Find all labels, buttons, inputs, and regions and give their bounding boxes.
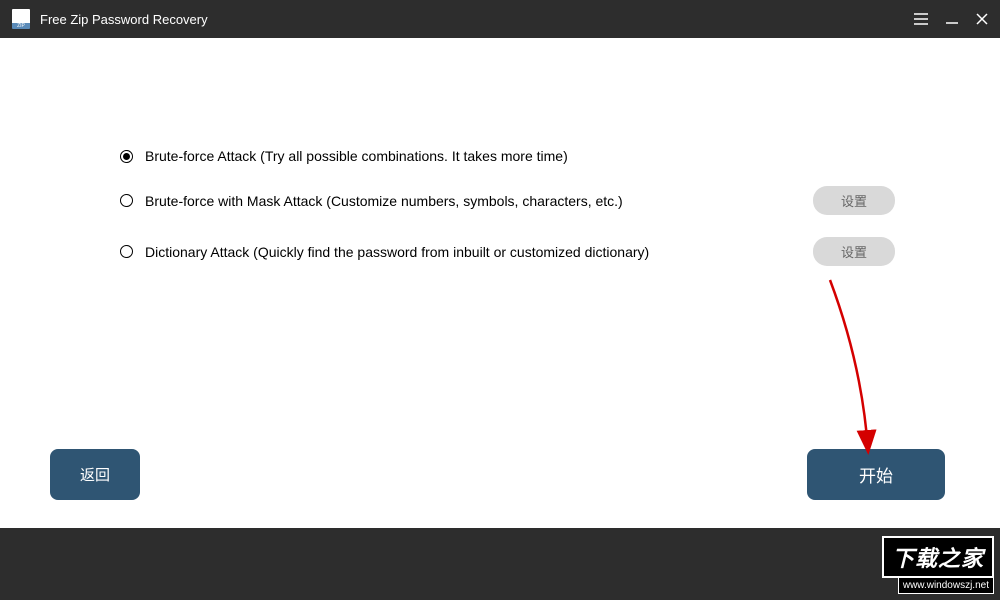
watermark-text: 下载之家: [882, 536, 994, 578]
radio-dictionary-attack[interactable]: [120, 245, 133, 258]
watermark-url: www.windowszj.net: [898, 578, 994, 594]
attack-options: Brute-force Attack (Try all possible com…: [0, 38, 1000, 266]
option-dictionary-attack[interactable]: Dictionary Attack (Quickly find the pass…: [120, 237, 880, 266]
titlebar: Free Zip Password Recovery: [0, 0, 1000, 38]
annotation-arrow: [820, 275, 890, 460]
back-button[interactable]: 返回: [50, 449, 140, 500]
minimize-icon[interactable]: [946, 13, 958, 25]
settings-button-dictionary[interactable]: 设置: [813, 237, 895, 266]
option-brute-force[interactable]: Brute-force Attack (Try all possible com…: [120, 148, 880, 164]
close-icon[interactable]: [976, 13, 988, 25]
app-icon: [12, 9, 30, 29]
app-title: Free Zip Password Recovery: [40, 12, 208, 27]
start-button[interactable]: 开始: [807, 449, 945, 500]
menu-icon[interactable]: [914, 13, 928, 25]
radio-brute-force[interactable]: [120, 150, 133, 163]
option-mask-attack[interactable]: Brute-force with Mask Attack (Customize …: [120, 186, 880, 215]
radio-mask-attack[interactable]: [120, 194, 133, 207]
option-label: Brute-force with Mask Attack (Customize …: [145, 193, 623, 209]
settings-button-mask[interactable]: 设置: [813, 186, 895, 215]
option-label: Dictionary Attack (Quickly find the pass…: [145, 244, 649, 260]
window-controls: [914, 13, 988, 25]
footer: [0, 528, 1000, 600]
watermark: 下载之家 www.windowszj.net: [882, 536, 994, 594]
option-label: Brute-force Attack (Try all possible com…: [145, 148, 568, 164]
action-buttons: 返回 开始: [0, 449, 1000, 500]
